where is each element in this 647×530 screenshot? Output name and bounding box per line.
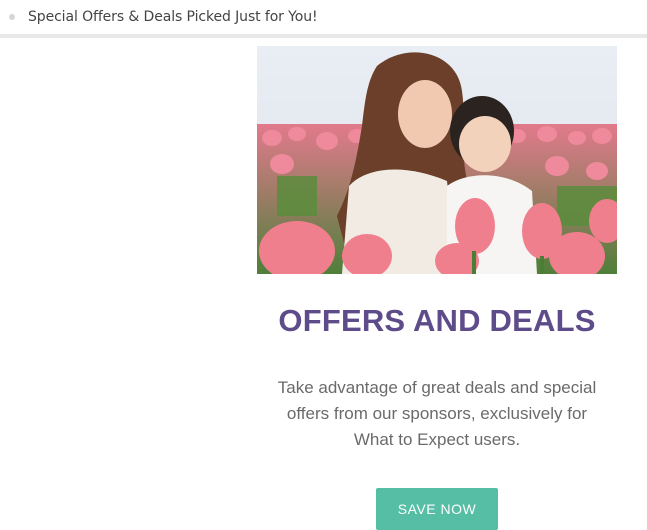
hero-image <box>257 46 617 274</box>
description-line: What to Expect users. <box>353 430 521 449</box>
description-line: Take advantage of great deals and specia… <box>277 378 597 397</box>
section-description: Take advantage of great deals and specia… <box>257 375 617 453</box>
save-now-button[interactable]: SAVE NOW <box>376 488 498 530</box>
section-title: OFFERS AND DEALS <box>278 303 596 338</box>
email-header: Special Offers & Deals Picked Just for Y… <box>0 0 647 38</box>
unread-dot-icon <box>9 14 15 20</box>
hero-photo-illustration <box>257 46 617 274</box>
email-subject: Special Offers & Deals Picked Just for Y… <box>28 9 318 25</box>
description-line: offers from our sponsors, exclusively fo… <box>286 404 588 423</box>
